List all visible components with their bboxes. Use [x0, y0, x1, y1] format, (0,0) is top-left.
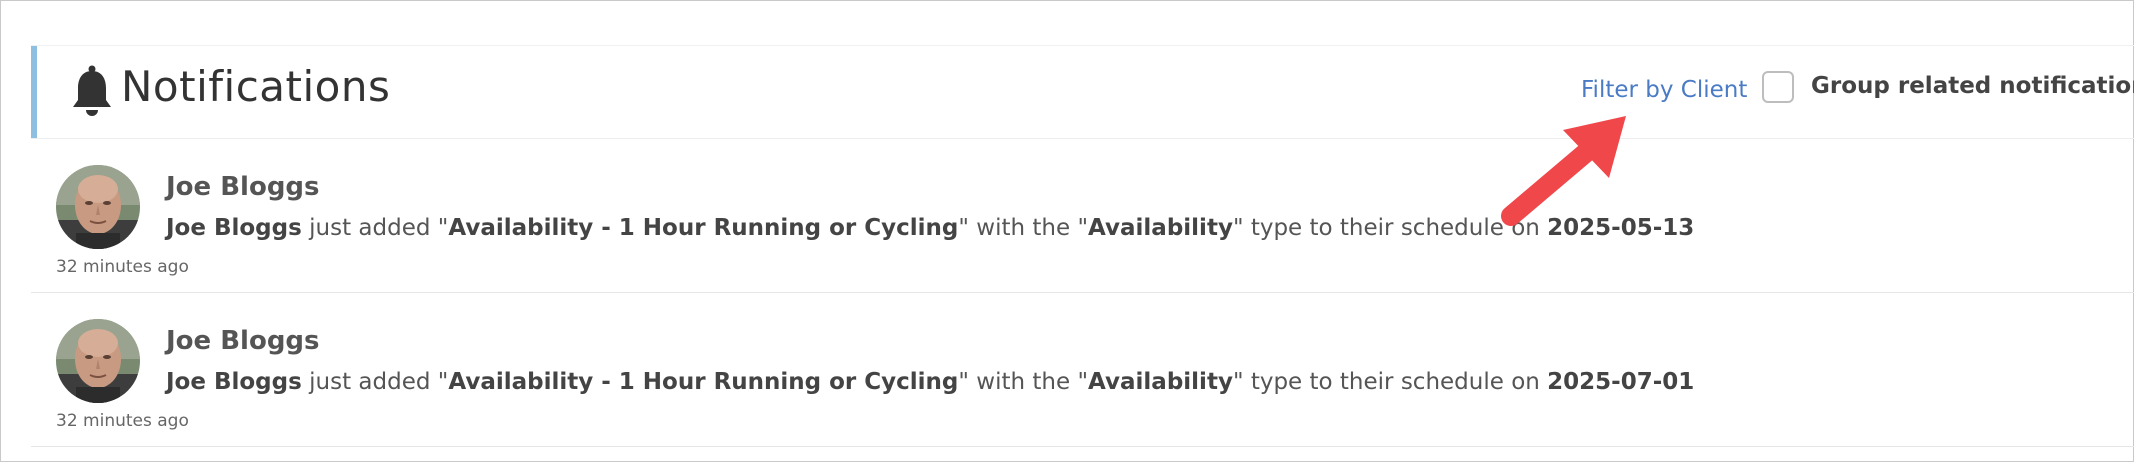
notification-item[interactable]: Joe Bloggs Joe Bloggs just added "Availa…: [31, 139, 2134, 293]
avatar-image: [56, 165, 140, 249]
header-accent-bar: [31, 46, 37, 138]
notification-event: Availability - 1 Hour Running or Cycling: [448, 369, 959, 395]
notification-item[interactable]: Joe Bloggs Joe Bloggs just added "Availa…: [31, 293, 2134, 447]
notification-text-part: " type to their schedule on: [1232, 215, 1548, 241]
avatar-image: [56, 319, 140, 403]
page-title: Notifications: [121, 62, 391, 111]
notification-event: Availability - 1 Hour Running or Cycling: [448, 215, 959, 241]
notification-text-part: " with the ": [958, 215, 1089, 241]
bell-icon: [73, 65, 111, 116]
notification-date: 2025-05-13: [1547, 215, 1695, 241]
notification-actor: Joe Bloggs: [166, 215, 302, 241]
group-notifications-label[interactable]: Group related notifications: [1811, 73, 2134, 99]
notification-date: 2025-07-01: [1547, 369, 1695, 395]
filter-by-client-link[interactable]: Filter by Client: [1581, 77, 1747, 103]
notification-type: Availability: [1088, 369, 1233, 395]
notification-text-part: just added ": [301, 369, 449, 395]
avatar: [56, 165, 140, 249]
notification-timestamp: 32 minutes ago: [56, 411, 189, 431]
group-notifications-checkbox[interactable]: [1762, 71, 1794, 103]
notification-timestamp: 32 minutes ago: [56, 257, 189, 277]
notification-title: Joe Bloggs: [166, 172, 320, 202]
notification-message: Joe Bloggs just added "Availability - 1 …: [166, 215, 1694, 241]
window-frame: Notifications Filter by Client Group rel…: [0, 0, 2134, 462]
notification-message: Joe Bloggs just added "Availability - 1 …: [166, 369, 1694, 395]
avatar: [56, 319, 140, 403]
notification-type: Availability: [1088, 215, 1233, 241]
notification-text-part: " type to their schedule on: [1232, 369, 1548, 395]
notification-text-part: " with the ": [958, 369, 1089, 395]
notification-actor: Joe Bloggs: [166, 369, 302, 395]
notification-title: Joe Bloggs: [166, 326, 320, 356]
notifications-header: Notifications Filter by Client Group rel…: [31, 46, 2134, 139]
notification-text-part: just added ": [301, 215, 449, 241]
notifications-panel: Notifications Filter by Client Group rel…: [31, 45, 2134, 464]
